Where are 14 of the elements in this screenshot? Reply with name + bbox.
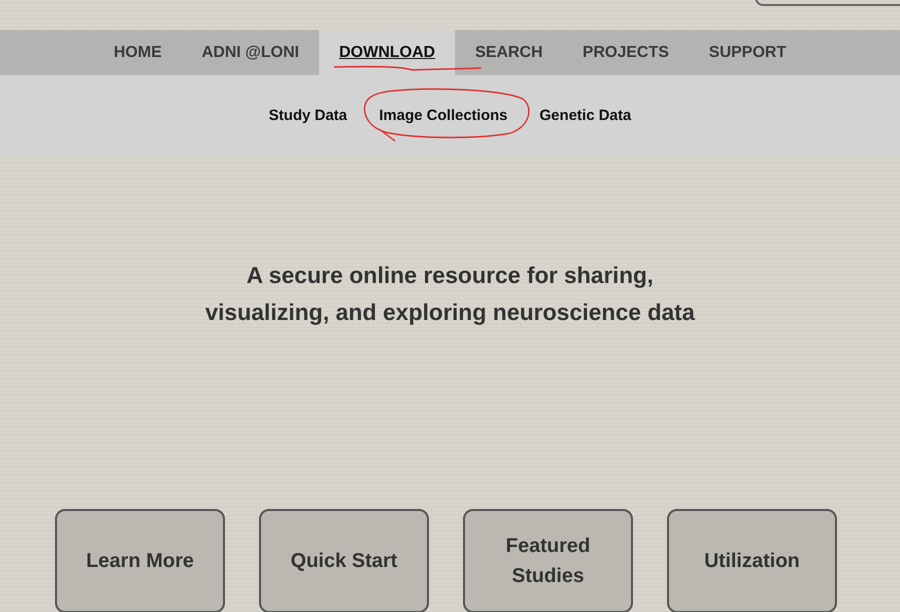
nav-tab[interactable]: ADNI @LONI bbox=[182, 30, 320, 75]
nav-tab[interactable]: HOME bbox=[94, 30, 182, 75]
nav-tab[interactable]: PROJECTS bbox=[562, 30, 689, 75]
subnav-link[interactable]: Study Data bbox=[252, 104, 364, 128]
tagline: A secure online resource for sharing, visualizing, and exploring neuroscience data bbox=[204, 261, 696, 327]
feature-button[interactable]: Learn More bbox=[55, 509, 225, 612]
nav-tab[interactable]: DOWNLOAD bbox=[319, 30, 456, 75]
subnav-link[interactable]: Image Collections bbox=[363, 104, 524, 128]
feature-button[interactable]: Quick Start bbox=[259, 509, 429, 612]
subnav-link[interactable]: Genetic Data bbox=[524, 104, 648, 128]
feature-button[interactable]: Featured Studies bbox=[463, 509, 633, 612]
nav-tab[interactable]: SEARCH bbox=[455, 30, 563, 75]
feature-button[interactable]: Utilization bbox=[667, 509, 837, 612]
nav-tab[interactable]: SUPPORT bbox=[688, 30, 806, 75]
